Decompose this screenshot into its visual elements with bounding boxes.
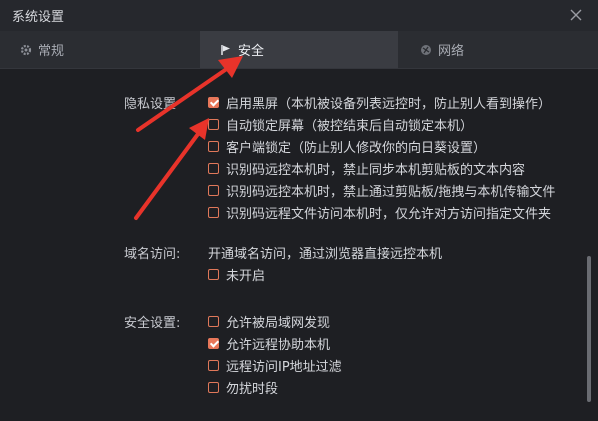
clipboard-text-checkbox[interactable] bbox=[208, 163, 219, 174]
folder-access-label: 识别码远程文件访问本机时，仅允许对方访问指定文件夹 bbox=[226, 207, 552, 222]
folder-access-option[interactable]: 识别码远程文件访问本机时，仅允许对方访问指定文件夹 bbox=[208, 203, 551, 222]
auto-lock-checkbox[interactable] bbox=[208, 119, 219, 130]
security-section-label: 安全设置: bbox=[124, 316, 181, 331]
tab-bar: 常规 安全 网络 bbox=[0, 31, 598, 69]
domain-option[interactable]: 未开启 bbox=[208, 265, 265, 284]
client-lock-checkbox[interactable] bbox=[208, 141, 219, 152]
ip-filter-label: 远程访问IP地址过滤 bbox=[226, 360, 342, 375]
domain-description: 开通域名访问，通过浏览器直接远控本机 bbox=[208, 247, 443, 262]
blackscreen-label: 启用黑屏（本机被设备列表远控时，防止别人看到操作） bbox=[226, 97, 552, 112]
folder-access-checkbox[interactable] bbox=[208, 207, 219, 218]
flag-icon bbox=[221, 44, 230, 55]
tab-network[interactable]: 网络 bbox=[398, 31, 598, 68]
remote-assist-label: 允许远程协助本机 bbox=[226, 338, 331, 353]
clipboard-file-option[interactable]: 识别码远控本机时，禁止通过剪贴板/拖拽与本机传输文件 bbox=[208, 181, 555, 200]
clipboard-text-option[interactable]: 识别码远控本机时，禁止同步本机剪贴板的文本内容 bbox=[208, 159, 525, 178]
ip-filter-checkbox[interactable] bbox=[208, 360, 219, 371]
tab-security-label: 安全 bbox=[238, 44, 265, 59]
settings-panel: 隐私设置 启用黑屏（本机被设备列表远控时，防止别人看到操作） 自动锁定屏幕（被控… bbox=[0, 68, 598, 421]
lan-discovery-option[interactable]: 允许被局域网发现 bbox=[208, 312, 330, 331]
window-title: 系统设置 bbox=[12, 10, 65, 25]
tab-security[interactable]: 安全 bbox=[200, 31, 398, 68]
tab-network-label: 网络 bbox=[438, 44, 465, 59]
title-bar: 系统设置 bbox=[0, 0, 598, 31]
domain-checkbox[interactable] bbox=[208, 269, 219, 280]
auto-lock-label: 自动锁定屏幕（被控结束后自动锁定本机） bbox=[226, 119, 474, 134]
client-lock-label: 客户端锁定（防止别人修改你的向日葵设置） bbox=[226, 141, 487, 156]
domain-section-label: 域名访问: bbox=[124, 247, 181, 262]
remote-assist-option[interactable]: 允许远程协助本机 bbox=[208, 334, 330, 353]
remote-assist-checkbox[interactable] bbox=[208, 338, 219, 349]
privacy-section-label: 隐私设置 bbox=[124, 97, 177, 112]
blackscreen-option[interactable]: 启用黑屏（本机被设备列表远控时，防止别人看到操作） bbox=[208, 93, 551, 112]
client-lock-option[interactable]: 客户端锁定（防止别人修改你的向日葵设置） bbox=[208, 137, 486, 156]
lan-discovery-label: 允许被局域网发现 bbox=[226, 316, 331, 331]
dnd-label: 勿扰时段 bbox=[226, 382, 279, 397]
auto-lock-option[interactable]: 自动锁定屏幕（被控结束后自动锁定本机） bbox=[208, 115, 473, 134]
lan-discovery-checkbox[interactable] bbox=[208, 316, 219, 327]
blackscreen-checkbox[interactable] bbox=[208, 97, 219, 108]
gear-icon bbox=[20, 44, 32, 55]
ip-filter-option[interactable]: 远程访问IP地址过滤 bbox=[208, 356, 342, 375]
tab-general[interactable]: 常规 bbox=[0, 31, 200, 68]
dnd-checkbox[interactable] bbox=[208, 382, 219, 393]
close-icon[interactable] bbox=[568, 7, 584, 23]
globe-icon bbox=[421, 44, 431, 55]
scrollbar[interactable] bbox=[587, 256, 591, 402]
dnd-option[interactable]: 勿扰时段 bbox=[208, 378, 278, 397]
tab-general-label: 常规 bbox=[38, 44, 65, 59]
clipboard-file-label: 识别码远控本机时，禁止通过剪贴板/拖拽与本机传输文件 bbox=[226, 185, 556, 200]
clipboard-text-label: 识别码远控本机时，禁止同步本机剪贴板的文本内容 bbox=[226, 163, 526, 178]
clipboard-file-checkbox[interactable] bbox=[208, 185, 219, 196]
domain-option-label: 未开启 bbox=[226, 269, 266, 284]
